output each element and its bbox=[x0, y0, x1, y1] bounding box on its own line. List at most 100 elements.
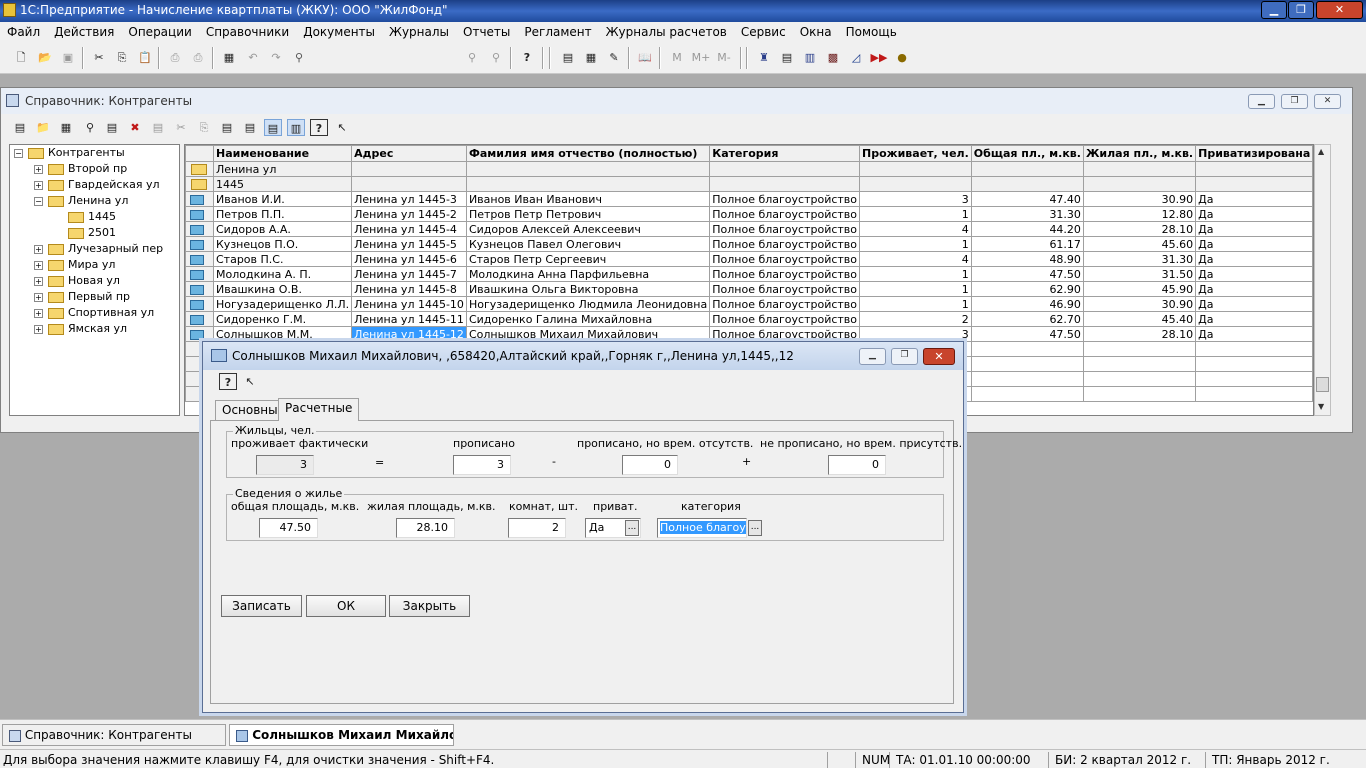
memory-minus-button[interactable]: M- bbox=[713, 49, 735, 66]
undo-icon[interactable]: ↶ bbox=[244, 49, 262, 66]
menu-documents[interactable]: Документы bbox=[296, 22, 382, 42]
expand-icon[interactable]: + bbox=[34, 180, 43, 190]
table-row[interactable]: Ногузадерищенко Л.Л. Ленина ул 1445-10 Ног… bbox=[185, 296, 1313, 312]
registered-field[interactable]: 3 bbox=[453, 455, 511, 475]
close-button[interactable]: ✕ bbox=[1316, 1, 1363, 19]
privatized-select-button[interactable]: ... bbox=[625, 520, 639, 536]
menu-service[interactable]: Сервис bbox=[734, 22, 793, 42]
table-group-row[interactable]: Ленина ул bbox=[185, 161, 1313, 177]
find-prev-icon[interactable]: ⚲ bbox=[487, 49, 505, 66]
memory-button[interactable]: M bbox=[668, 49, 686, 66]
table-icon[interactable]: ▦ bbox=[220, 49, 238, 66]
print-preview-icon[interactable]: ⎙ bbox=[189, 49, 207, 66]
dialog-minimize-button[interactable]: ▁ bbox=[859, 348, 886, 365]
menu-operations[interactable]: Операции bbox=[121, 22, 198, 42]
collapse-icon[interactable]: − bbox=[14, 148, 23, 158]
view-item-icon[interactable]: ⚲ bbox=[81, 119, 99, 136]
tree-item-root[interactable]: − Контрагенты bbox=[14, 145, 125, 161]
table-row[interactable]: Молодкина А. П. Ленина ул 1445-7 Молодкина… bbox=[185, 266, 1313, 282]
taskbar-item-dialog[interactable]: Солнышков Михаил Михайлови... bbox=[229, 724, 454, 746]
collapse-icon[interactable]: − bbox=[34, 196, 43, 206]
references-restore-button[interactable]: ❐ bbox=[1281, 94, 1308, 109]
dialog-restore-button[interactable]: ❐ bbox=[891, 348, 918, 365]
column-header[interactable]: Проживает, чел. bbox=[859, 145, 972, 162]
table-row[interactable]: Петров П.П. Ленина ул 1445-2 Петров Петр П… bbox=[185, 206, 1313, 222]
tree-item[interactable]: + Второй пр bbox=[34, 161, 127, 177]
menu-journals[interactable]: Журналы bbox=[382, 22, 456, 42]
edit-pen-icon[interactable]: ✎ bbox=[605, 49, 623, 66]
print-icon[interactable]: ⎙ bbox=[166, 49, 184, 66]
chart-icon[interactable]: ◿ bbox=[847, 49, 865, 66]
temp-present-field[interactable]: 0 bbox=[828, 455, 886, 475]
column-header[interactable]: Общая пл., м.кв. bbox=[970, 145, 1084, 162]
living-area-field[interactable]: 28.10 bbox=[396, 518, 455, 538]
menu-windows[interactable]: Окна bbox=[793, 22, 839, 42]
window-help-icon[interactable]: ? bbox=[310, 119, 328, 136]
expand-icon[interactable]: + bbox=[34, 324, 43, 334]
tree-toggle-icon[interactable]: ▤ bbox=[264, 119, 282, 136]
dialog-pointer-help-icon[interactable]: ↖ bbox=[241, 373, 259, 390]
pointer-help-icon[interactable]: ↖ bbox=[333, 119, 351, 136]
mark-delete-icon[interactable]: ▤ bbox=[149, 119, 167, 136]
paste-icon[interactable]: 📋 bbox=[136, 49, 154, 66]
tab-calc[interactable]: Расчетные bbox=[278, 398, 360, 421]
info-icon[interactable]: ● bbox=[893, 49, 911, 66]
table-row[interactable]: Кузнецов П.О. Ленина ул 1445-5 Кузнецов Па… bbox=[185, 236, 1313, 252]
fast-forward-icon[interactable]: ▶▶ bbox=[870, 49, 888, 66]
hierarchy-icon[interactable]: ▤ bbox=[241, 119, 259, 136]
table-row[interactable]: Ивашкина О.В. Ленина ул 1445-8 Ивашкина Ол… bbox=[185, 281, 1313, 297]
scroll-down-icon[interactable]: ▼ bbox=[1318, 402, 1324, 411]
help-icon[interactable]: ? bbox=[518, 49, 536, 66]
references-minimize-button[interactable]: ▁ bbox=[1248, 94, 1275, 109]
expand-icon[interactable]: + bbox=[34, 260, 43, 270]
menu-calc-journals[interactable]: Журналы расчетов bbox=[599, 22, 734, 42]
expand-icon[interactable]: + bbox=[34, 244, 43, 254]
copy-item-icon[interactable]: ▦ bbox=[57, 119, 75, 136]
scroll-up-icon[interactable]: ▲ bbox=[1318, 147, 1324, 156]
add-item-icon[interactable]: ▤ bbox=[11, 119, 29, 136]
menu-file[interactable]: Файл bbox=[0, 22, 47, 42]
delete-item-icon[interactable]: ✖ bbox=[126, 119, 144, 136]
add-group-icon[interactable]: 📁 bbox=[34, 119, 52, 136]
taskbar-item-references[interactable]: Справочник: Контрагенты bbox=[2, 724, 226, 746]
find-next-icon[interactable]: ⚲ bbox=[463, 49, 481, 66]
column-header[interactable]: Адрес bbox=[351, 145, 467, 162]
open-icon[interactable]: 📂 bbox=[36, 49, 54, 66]
category-select-button[interactable]: ... bbox=[748, 520, 762, 536]
column-header[interactable]: Категория bbox=[709, 145, 861, 162]
tree-item[interactable]: + Гвардейская ул bbox=[34, 177, 160, 193]
tools-icon[interactable]: ✂ bbox=[172, 119, 190, 136]
move-icon[interactable]: ⎘ bbox=[195, 119, 213, 136]
menu-help[interactable]: Помощь bbox=[839, 22, 904, 42]
table-row[interactable]: Старов П.С. Ленина ул 1445-6 Старов Петр С… bbox=[185, 251, 1313, 267]
building-icon[interactable]: ▩ bbox=[824, 49, 842, 66]
column-header[interactable]: Наименование bbox=[212, 145, 353, 162]
save-button[interactable]: Записать bbox=[221, 595, 302, 617]
tree-item-selected[interactable]: 1445 bbox=[68, 209, 116, 225]
calculator-icon[interactable]: ▤ bbox=[559, 49, 577, 66]
table-row[interactable]: Сидоров А.А. Ленина ул 1445-4 Сидоров Алек… bbox=[185, 221, 1313, 237]
table-scrollbar[interactable]: ▲ ▼ bbox=[1314, 144, 1331, 416]
total-area-field[interactable]: 47.50 bbox=[259, 518, 318, 538]
list-toggle-icon[interactable]: ▥ bbox=[287, 119, 305, 136]
tree-item[interactable]: + Ямская ул bbox=[34, 321, 127, 337]
minimize-button[interactable]: ▁ bbox=[1261, 1, 1287, 19]
calendar-icon[interactable]: ▦ bbox=[582, 49, 600, 66]
menu-actions[interactable]: Действия bbox=[47, 22, 121, 42]
expand-icon[interactable]: + bbox=[34, 292, 43, 302]
book-icon[interactable]: 📖 bbox=[636, 49, 654, 66]
column-header[interactable]: Фамилия имя отчество (полностью) bbox=[465, 145, 711, 162]
expand-icon[interactable]: + bbox=[34, 164, 43, 174]
table-row[interactable]: Сидоренко Г.М. Ленина ул 1445-11 Сидоренко… bbox=[185, 311, 1313, 327]
tree-item[interactable]: + Мира ул bbox=[34, 257, 115, 273]
scroll-thumb[interactable] bbox=[1316, 377, 1329, 392]
menu-references[interactable]: Справочники bbox=[199, 22, 296, 42]
menu-regulations[interactable]: Регламент bbox=[517, 22, 598, 42]
dialog-help-icon[interactable]: ? bbox=[219, 373, 237, 390]
rooms-field[interactable]: 2 bbox=[508, 518, 566, 538]
tree-item[interactable]: + Спортивная ул bbox=[34, 305, 154, 321]
ok-button[interactable]: ОК bbox=[306, 595, 386, 617]
column-header[interactable]: Приватизирована bbox=[1195, 145, 1313, 162]
menu-reports[interactable]: Отчеты bbox=[456, 22, 517, 42]
documents-icon[interactable]: ▤ bbox=[778, 49, 796, 66]
